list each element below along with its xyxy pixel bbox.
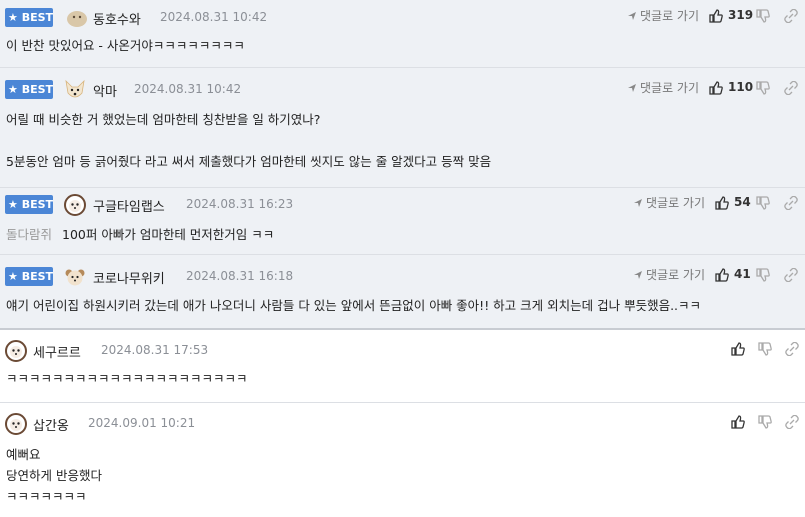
nickname[interactable]: 삽간옹 <box>33 415 69 434</box>
link-icon[interactable] <box>784 196 798 210</box>
thumbs-down-icon[interactable] <box>756 9 770 23</box>
best-badge: ★ BEST <box>5 195 53 214</box>
avatar[interactable] <box>64 266 86 288</box>
comment-date: 2024.08.31 10:42 <box>134 82 242 96</box>
comment-date: 2024.08.31 17:53 <box>101 343 209 357</box>
comment-item: 삽간옹 2024.09.01 10:21 예뻐요 당연하게 반응했다 ㅋㅋㅋㅋㅋ… <box>0 403 805 517</box>
avatar[interactable] <box>64 194 86 216</box>
thumbs-up-icon[interactable] <box>731 415 745 429</box>
comment-text: 어릴 때 비슷한 거 했었는데 엄마한테 칭찬받을 일 하기였나? 5분동안 엄… <box>6 112 492 169</box>
like-count: 110 <box>728 80 754 94</box>
avatar[interactable] <box>64 79 86 101</box>
reply-link[interactable]: 댓글로 가기 <box>633 266 705 283</box>
comment-text: 이 반찬 맛있어요 - 사온거야ㅋㅋㅋㅋㅋㅋㅋㅋ <box>6 38 245 53</box>
comment-item: ★ BEST 구글타임랩스 2024.08.31 16:23 댓글로 가기 54… <box>0 188 805 255</box>
thumbs-down-icon[interactable] <box>756 81 770 95</box>
nickname[interactable]: 코로나무위키 <box>93 268 165 287</box>
comment-item: 세구르르 2024.08.31 17:53 ㅋㅋㅋㅋㅋㅋㅋㅋㅋㅋㅋㅋㅋㅋㅋㅋㅋㅋ… <box>0 330 805 403</box>
comment-date: 2024.09.01 10:21 <box>88 416 196 430</box>
best-badge: ★ BEST <box>5 80 53 99</box>
quoted-nickname[interactable]: 돌다람쥐 <box>6 227 52 242</box>
like-count: 41 <box>734 267 751 281</box>
nickname[interactable]: 악마 <box>93 81 117 100</box>
thumbs-down-icon[interactable] <box>758 342 772 356</box>
link-icon[interactable] <box>785 415 799 429</box>
comment-date: 2024.08.31 16:18 <box>186 269 294 283</box>
reply-label: 댓글로 가기 <box>646 268 706 282</box>
link-icon[interactable] <box>785 342 799 356</box>
thumbs-down-icon[interactable] <box>758 415 772 429</box>
like-count: 54 <box>734 195 751 209</box>
thumbs-up-icon[interactable] <box>731 342 745 356</box>
reply-link[interactable]: 댓글로 가기 <box>627 79 699 96</box>
comment-text: 얘기 어린이집 하원시키러 갔는데 애가 나오더니 사람들 다 있는 앞에서 뜬… <box>6 298 702 313</box>
avatar[interactable] <box>66 7 88 29</box>
best-badge: ★ BEST <box>5 267 53 286</box>
nickname[interactable]: 세구르르 <box>33 342 81 361</box>
nickname[interactable]: 구글타임랩스 <box>93 196 165 215</box>
avatar[interactable] <box>5 340 27 362</box>
comment-item: ★ BEST 코로나무위키 2024.08.31 16:18 댓글로 가기 41… <box>0 255 805 330</box>
comment-item: ★ BEST 동호수와 2024.08.31 10:42 댓글로 가기 319 … <box>0 0 805 68</box>
thumbs-up-icon[interactable] <box>709 9 723 23</box>
link-icon[interactable] <box>784 9 798 23</box>
reply-label: 댓글로 가기 <box>640 9 700 23</box>
avatar[interactable] <box>5 413 27 435</box>
comment-body: 100퍼 아빠가 엄마한테 먼저한거임 ㅋㅋ <box>62 227 275 242</box>
comment-date: 2024.08.31 10:42 <box>160 10 268 24</box>
thumbs-down-icon[interactable] <box>756 268 770 282</box>
comment-text: 예뻐요 당연하게 반응했다 ㅋㅋㅋㅋㅋㅋㅋ <box>6 447 102 504</box>
arrow-icon <box>634 271 642 279</box>
reply-link[interactable]: 댓글로 가기 <box>627 7 699 24</box>
reply-link[interactable]: 댓글로 가기 <box>633 194 705 211</box>
best-badge: ★ BEST <box>5 8 53 27</box>
comment-text: 돌다람쥐 100퍼 아빠가 엄마한테 먼저한거임 ㅋㅋ <box>6 226 799 244</box>
nickname[interactable]: 동호수와 <box>93 9 141 28</box>
arrow-icon <box>628 12 636 20</box>
arrow-icon <box>628 84 636 92</box>
thumbs-down-icon[interactable] <box>756 196 770 210</box>
reply-label: 댓글로 가기 <box>640 81 700 95</box>
comment-text: ㅋㅋㅋㅋㅋㅋㅋㅋㅋㅋㅋㅋㅋㅋㅋㅋㅋㅋㅋㅋㅋ <box>6 371 248 386</box>
thumbs-up-icon[interactable] <box>709 81 723 95</box>
comment-item: ★ BEST 악마 2024.08.31 10:42 댓글로 가기 110 어릴… <box>0 68 805 188</box>
thumbs-up-icon[interactable] <box>715 196 729 210</box>
thumbs-up-icon[interactable] <box>715 268 729 282</box>
link-icon[interactable] <box>784 81 798 95</box>
like-count: 319 <box>728 8 754 22</box>
comment-date: 2024.08.31 16:23 <box>186 197 294 211</box>
reply-label: 댓글로 가기 <box>646 196 706 210</box>
link-icon[interactable] <box>784 268 798 282</box>
arrow-icon <box>634 199 642 207</box>
